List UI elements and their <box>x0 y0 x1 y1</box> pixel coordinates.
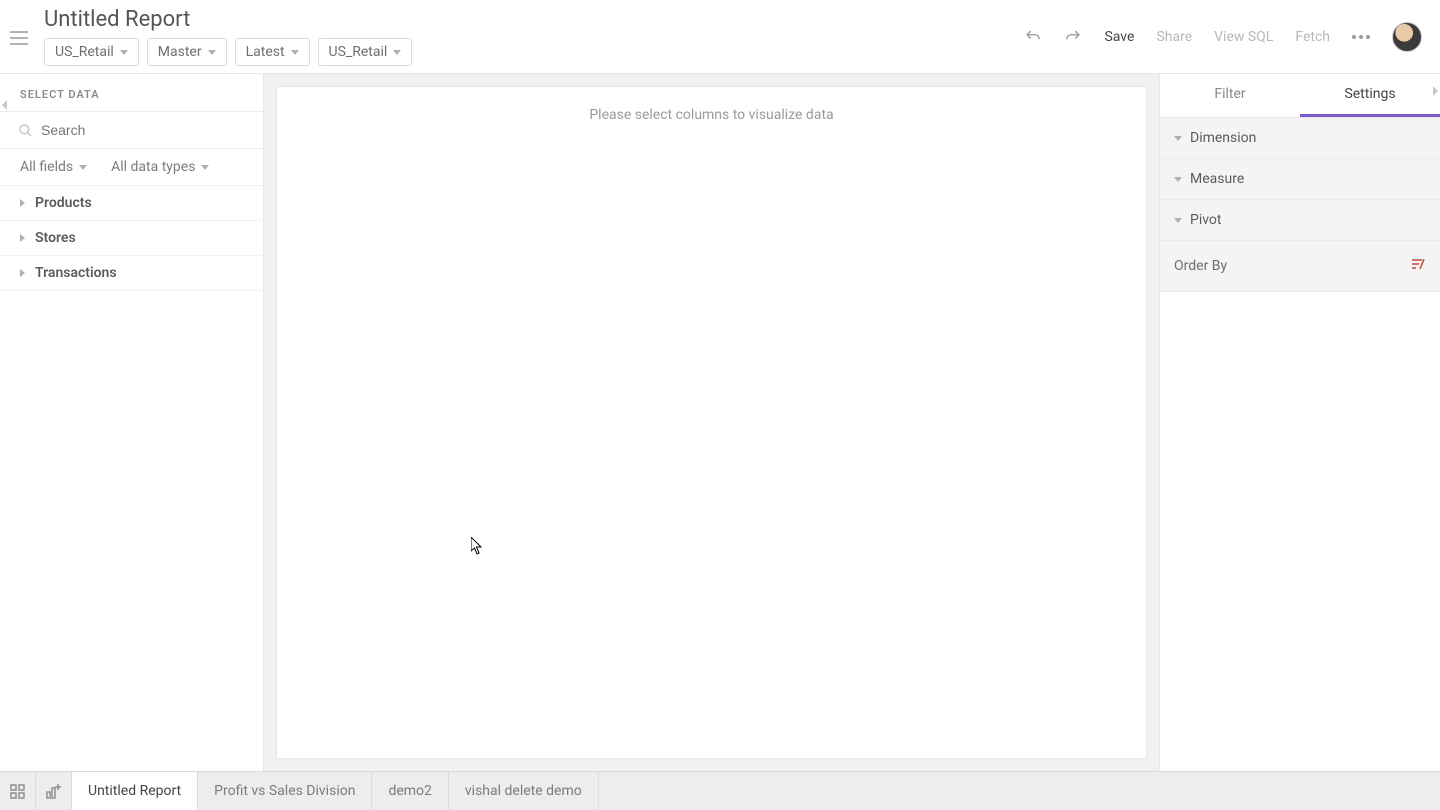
section-label: Dimension <box>1190 130 1256 146</box>
selector-label: US_Retail <box>55 44 114 60</box>
share-button[interactable]: Share <box>1156 29 1192 45</box>
grid-view-icon[interactable] <box>0 772 36 810</box>
cursor-icon <box>471 537 485 559</box>
selector-branch[interactable]: Master <box>147 38 227 66</box>
caret-right-icon <box>20 199 25 207</box>
section-order-by[interactable]: Order By <box>1160 241 1440 292</box>
chevron-down-icon <box>393 50 401 55</box>
chevron-down-icon <box>208 50 216 55</box>
selector-label: Master <box>158 44 202 60</box>
chevron-down-icon <box>1174 136 1182 141</box>
canvas: Please select columns to visualize data <box>264 74 1159 771</box>
order-by-label: Order By <box>1174 258 1227 274</box>
filter-fields[interactable]: All fields <box>20 159 87 175</box>
chevron-down-icon <box>291 50 299 55</box>
tree-label: Transactions <box>35 265 117 281</box>
chevron-down-icon <box>1174 218 1182 223</box>
filter-label: All fields <box>20 159 73 175</box>
tree-label: Stores <box>35 230 76 246</box>
bottom-tab[interactable]: Untitled Report <box>72 772 198 810</box>
filter-label: All data types <box>111 159 195 175</box>
section-pivot[interactable]: Pivot <box>1160 200 1440 241</box>
selector-schema[interactable]: US_Retail <box>318 38 413 66</box>
section-label: Pivot <box>1190 212 1221 228</box>
section-dimension[interactable]: Dimension <box>1160 118 1440 159</box>
bottom-tab[interactable]: vishal delete demo <box>449 772 599 810</box>
fetch-button[interactable]: Fetch <box>1295 29 1330 45</box>
save-button[interactable]: Save <box>1104 29 1134 45</box>
right-panel: Filter Settings Dimension Measure Pivot … <box>1159 74 1440 771</box>
chevron-down-icon <box>201 165 209 170</box>
collapse-left-icon[interactable] <box>0 96 8 114</box>
left-panel: SELECT DATA All fields All data types Pr… <box>0 74 264 771</box>
caret-right-icon <box>20 269 25 277</box>
bottom-tab[interactable]: demo2 <box>372 772 448 810</box>
collapse-right-icon[interactable] <box>1430 82 1440 100</box>
section-label: Measure <box>1190 171 1244 187</box>
undo-icon[interactable] <box>1024 28 1042 46</box>
chevron-down-icon <box>120 50 128 55</box>
chevron-down-icon <box>79 165 87 170</box>
tree-item-products[interactable]: Products <box>0 186 263 221</box>
avatar[interactable] <box>1392 22 1422 52</box>
report-title[interactable]: Untitled Report <box>44 7 1024 32</box>
caret-right-icon <box>20 234 25 242</box>
filter-types[interactable]: All data types <box>111 159 209 175</box>
search-input[interactable] <box>41 122 245 138</box>
canvas-surface[interactable]: Please select columns to visualize data <box>276 86 1147 759</box>
view-sql-button[interactable]: View SQL <box>1214 29 1273 45</box>
placeholder-text: Please select columns to visualize data <box>589 107 833 123</box>
tree-item-transactions[interactable]: Transactions <box>0 256 263 291</box>
redo-icon[interactable] <box>1064 28 1082 46</box>
selector-label: Latest <box>246 44 285 60</box>
search-icon <box>18 123 33 138</box>
bottom-tab[interactable]: Profit vs Sales Division <box>198 772 372 810</box>
tree-label: Products <box>35 195 92 211</box>
selector-version[interactable]: Latest <box>235 38 310 66</box>
add-chart-icon[interactable] <box>36 772 72 810</box>
menu-icon[interactable] <box>10 30 28 49</box>
tree-item-stores[interactable]: Stores <box>0 221 263 256</box>
chevron-down-icon <box>1174 177 1182 182</box>
section-measure[interactable]: Measure <box>1160 159 1440 200</box>
left-panel-heading: SELECT DATA <box>0 74 263 112</box>
bottom-bar: Untitled Report Profit vs Sales Division… <box>0 771 1440 810</box>
more-icon[interactable] <box>1352 35 1370 39</box>
sort-icon <box>1410 257 1426 275</box>
tab-filter[interactable]: Filter <box>1160 74 1300 117</box>
selector-label: US_Retail <box>329 44 388 60</box>
tab-settings[interactable]: Settings <box>1300 74 1440 117</box>
selector-database[interactable]: US_Retail <box>44 38 139 66</box>
